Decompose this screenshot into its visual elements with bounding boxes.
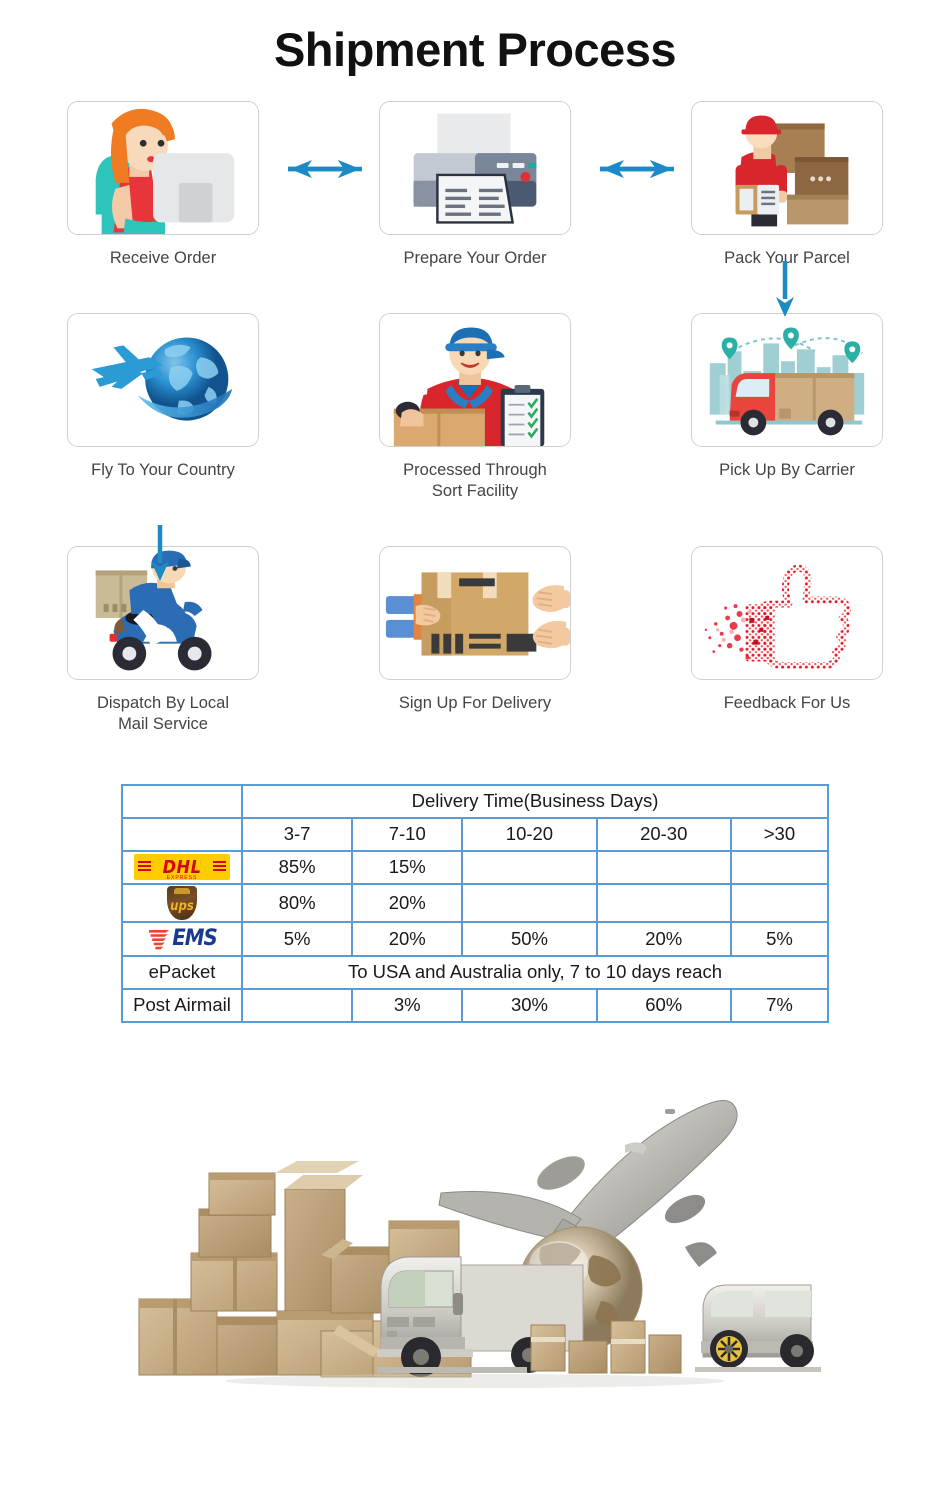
column-header: 3-7 [240, 816, 354, 852]
worker-with-checklist-icon [380, 314, 570, 447]
dhl-logo-subtext: EXPRESS [166, 875, 198, 882]
step-label: Sign Up For Delivery [398, 694, 552, 713]
table-cell: 30% [461, 987, 598, 1023]
table-cell [240, 987, 354, 1023]
epacket-note: To USA and Australia only, 7 to 10 days … [241, 954, 829, 990]
receive-order-card [67, 101, 259, 235]
arrow-right-icon-4 [600, 160, 672, 178]
table-cell: 20% [351, 920, 464, 957]
process-step-fly-to-country[interactable]: Fly To Your Country [7, 313, 319, 481]
ems-logo-text: EMS [172, 926, 217, 952]
table-row-dhl: DHL EXPRESS 85% 15% [121, 849, 830, 885]
table-corner-cell-2 [121, 816, 243, 852]
ems-chevron-icon [149, 929, 170, 949]
dhl-logo: DHL EXPRESS [134, 854, 230, 882]
step-label: Feedback For Us [723, 694, 851, 713]
table-cell: 5% [240, 920, 354, 957]
ems-logo: EMS [127, 924, 237, 954]
table-cell: 5% [729, 920, 830, 957]
table-cell: 20% [351, 882, 464, 923]
fly-to-country-card [67, 313, 259, 448]
table-corner-cell [121, 783, 243, 819]
table-cell [595, 849, 732, 885]
column-header: 10-20 [461, 816, 598, 852]
sign-up-delivery-card [379, 546, 571, 681]
table-row-ems: EMS 5% 20% 50% 20% 5% [121, 920, 830, 957]
column-header: 7-10 [351, 816, 464, 852]
process-step-receive-order[interactable]: Receive Order [7, 101, 319, 269]
feedback-card [691, 546, 883, 681]
table-header-main: Delivery Time(Business Days) [241, 783, 829, 819]
process-diagram: Receive Order Prepare Your Order Pack Yo… [0, 101, 950, 736]
process-step-feedback[interactable]: Feedback For Us [631, 546, 943, 714]
process-row-1: Receive Order Prepare Your Order Pack Yo… [0, 101, 950, 269]
person-at-computer-icon [68, 102, 258, 234]
package-handoff-icon [380, 547, 570, 680]
process-step-pickup-carrier[interactable]: Pick Up By Carrier [631, 313, 943, 481]
step-label: Fly To Your Country [91, 461, 235, 480]
printer-icon [380, 102, 570, 234]
logistics-photo-wrap [0, 1048, 950, 1394]
prepare-order-card [379, 101, 571, 235]
worker-packing-boxes-icon [692, 102, 882, 234]
table-cell: 20% [595, 920, 732, 957]
table-cell: 7% [729, 987, 830, 1023]
step-label-line1: Processed Through [403, 461, 547, 480]
carrier-cell-ups: ups [121, 882, 243, 923]
carrier-cell-dhl: DHL EXPRESS [121, 849, 243, 885]
step-label: Processed Through Sort Facility [403, 460, 547, 502]
carrier-label-epacket: ePacket [121, 954, 243, 990]
table-header-row-main: Delivery Time(Business Days) [121, 783, 829, 819]
delivery-time-table-wrap: Delivery Time(Business Days) 3-7 7-10 10… [0, 783, 950, 1023]
column-header: 20-30 [595, 816, 732, 852]
table-row-epacket: ePacket To USA and Australia only, 7 to … [121, 954, 829, 990]
sort-facility-card [379, 313, 571, 448]
table-cell: 15% [351, 849, 464, 885]
process-step-sort-facility[interactable]: Processed Through Sort Facility [319, 313, 631, 502]
airplane-globe-icon [68, 314, 258, 447]
process-step-prepare-order[interactable]: Prepare Your Order [319, 101, 631, 269]
step-label: Pick Up By Carrier [719, 461, 855, 480]
process-step-pack-parcel[interactable]: Pack Your Parcel [631, 101, 943, 269]
pickup-carrier-card [691, 313, 883, 448]
thumbs-up-icon [692, 547, 882, 680]
page-title: Shipment Process [273, 23, 677, 76]
step-label-line2: Sort Facility [431, 482, 519, 501]
pack-parcel-card [691, 101, 883, 235]
table-cell: 50% [461, 920, 598, 957]
logistics-composite-photo [125, 1048, 825, 1394]
table-cell [461, 882, 598, 923]
step-label: Receive Order [109, 249, 217, 267]
step-label: Prepare Your Order [403, 249, 547, 267]
table-cell: 85% [240, 849, 354, 885]
ups-logo-text: ups [170, 898, 194, 914]
column-header: >30 [729, 816, 830, 852]
ups-logo: ups [167, 885, 197, 920]
carrier-cell-ems: EMS [121, 920, 243, 957]
arrow-right-icon-3 [288, 160, 360, 178]
carrier-label-post-airmail: Post Airmail [121, 987, 243, 1023]
step-label-line1: Dispatch By Local [96, 694, 230, 713]
table-cell: 3% [351, 987, 464, 1023]
process-step-sign-up-delivery[interactable]: Sign Up For Delivery [319, 546, 631, 714]
delivery-time-table: Delivery Time(Business Days) 3-7 7-10 10… [121, 783, 830, 1023]
step-label-line2: Mail Service [118, 715, 208, 734]
table-cell: 80% [240, 882, 354, 923]
table-cell [729, 849, 830, 885]
process-row-2: Fly To Your Country Processed Through So… [0, 160, 950, 502]
table-cell [595, 882, 732, 923]
arrow-down-icon-1 [776, 261, 794, 317]
table-cell [729, 882, 830, 923]
table-row-ups: ups 80% 20% [121, 882, 830, 923]
table-cell [461, 849, 598, 885]
table-header-row-columns: 3-7 7-10 10-20 20-30 >30 [121, 816, 830, 852]
delivery-truck-city-icon [692, 314, 882, 447]
table-cell: 60% [595, 987, 732, 1023]
table-row-post-airmail: Post Airmail 3% 30% 60% 7% [121, 987, 830, 1023]
arrow-down-icon-2 [151, 525, 169, 581]
process-row-3: Dispatch By Local Mail Service Sign Up F… [0, 160, 950, 735]
step-label: Dispatch By Local Mail Service [97, 693, 229, 735]
